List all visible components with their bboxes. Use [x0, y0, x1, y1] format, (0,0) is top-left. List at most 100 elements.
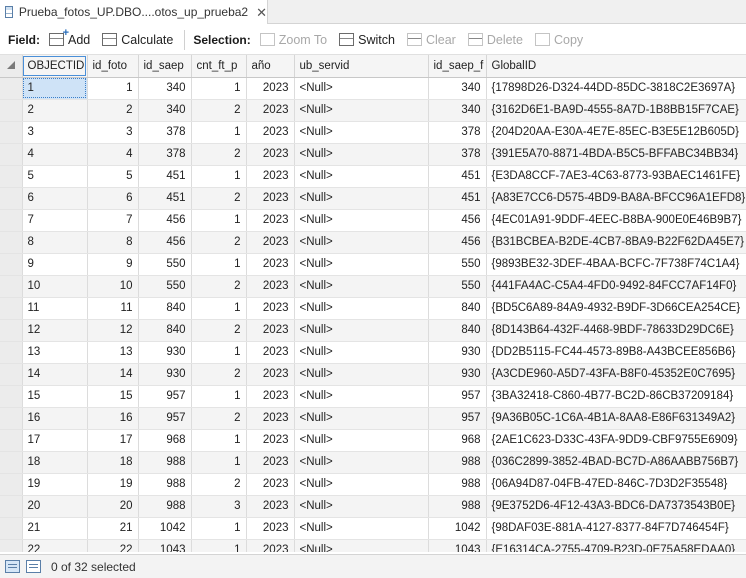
table-cell-ub-servid[interactable]: <Null>: [294, 253, 429, 276]
table-cell-id-foto[interactable]: 7: [87, 209, 139, 232]
row-selector[interactable]: [0, 187, 23, 210]
table-cell-id-foto[interactable]: 21: [87, 517, 139, 540]
table-cell-ub-servid[interactable]: <Null>: [294, 341, 429, 364]
table-cell-id-saep-f[interactable]: 988: [428, 451, 487, 474]
table-cell-cnt-ft-p[interactable]: 2: [191, 99, 247, 122]
table-cell-globalid[interactable]: {204D20AA-E30A-4E7E-85EC-B3E5E12B605D}: [486, 121, 746, 144]
table-cell-ub-servid[interactable]: <Null>: [294, 473, 429, 496]
table-cell-id-foto[interactable]: 13: [87, 341, 139, 364]
table-cell-id-foto[interactable]: 22: [87, 539, 139, 552]
table-cell-a-o[interactable]: 2023: [246, 143, 295, 166]
table-cell-id-saep[interactable]: 451: [138, 187, 192, 210]
table-cell-id-foto[interactable]: 15: [87, 385, 139, 408]
table-cell-globalid[interactable]: {E3DA8CCF-7AE3-4C63-8773-93BAEC1461FE}: [486, 165, 746, 188]
table-cell-cnt-ft-p[interactable]: 3: [191, 495, 247, 518]
close-icon[interactable]: ✕: [256, 6, 267, 19]
row-selector[interactable]: [0, 495, 23, 518]
table-cell-ub-servid[interactable]: <Null>: [294, 495, 429, 518]
table-cell-a-o[interactable]: 2023: [246, 165, 295, 188]
table-cell-globalid[interactable]: {3162D6E1-BA9D-4555-8A7D-1B8BB15F7CAE}: [486, 99, 746, 122]
row-selector[interactable]: [0, 209, 23, 232]
table-cell-id-saep[interactable]: 340: [138, 77, 192, 100]
table-cell-cnt-ft-p[interactable]: 1: [191, 517, 247, 540]
table-cell-globalid[interactable]: {E16314CA-2755-4709-B23D-0E75A58EDAA0}: [486, 539, 746, 552]
table-cell-cnt-ft-p[interactable]: 2: [191, 275, 247, 298]
add-field-button[interactable]: Add: [46, 27, 93, 51]
table-cell-id-saep-f[interactable]: 1043: [428, 539, 487, 552]
table-cell-cnt-ft-p[interactable]: 1: [191, 341, 247, 364]
table-cell-a-o[interactable]: 2023: [246, 363, 295, 386]
table-cell-globalid[interactable]: {036C2899-3852-4BAD-BC7D-A86AABB756B7}: [486, 451, 746, 474]
table-cell-a-o[interactable]: 2023: [246, 407, 295, 430]
row-selector[interactable]: [0, 121, 23, 144]
table-cell-a-o[interactable]: 2023: [246, 209, 295, 232]
table-cell-id-saep[interactable]: 930: [138, 341, 192, 364]
table-cell-objectid[interactable]: 22: [22, 539, 88, 552]
select-all-corner[interactable]: [0, 55, 23, 78]
table-cell-globalid[interactable]: {4EC01A91-9DDF-4EEC-B8BA-900E0E46B9B7}: [486, 209, 746, 232]
table-cell-cnt-ft-p[interactable]: 1: [191, 539, 247, 552]
table-cell-a-o[interactable]: 2023: [246, 77, 295, 100]
table-cell-ub-servid[interactable]: <Null>: [294, 77, 429, 100]
delete-button[interactable]: Delete: [465, 29, 526, 51]
table-cell-globalid[interactable]: {BD5C6A89-84A9-4932-B9DF-3D66CEA254CE}: [486, 297, 746, 320]
table-cell-id-saep-f[interactable]: 930: [428, 363, 487, 386]
table-cell-objectid[interactable]: 14: [22, 363, 88, 386]
table-cell-objectid[interactable]: 5: [22, 165, 88, 188]
table-cell-globalid[interactable]: {98DAF03E-881A-4127-8377-84F7D746454F}: [486, 517, 746, 540]
table-cell-globalid[interactable]: {391E5A70-8871-4BDA-B5C5-BFFABC34BB34}: [486, 143, 746, 166]
table-cell-id-saep-f[interactable]: 340: [428, 77, 487, 100]
table-cell-id-saep-f[interactable]: 451: [428, 165, 487, 188]
table-cell-ub-servid[interactable]: <Null>: [294, 187, 429, 210]
table-cell-a-o[interactable]: 2023: [246, 231, 295, 254]
table-cell-id-saep[interactable]: 1043: [138, 539, 192, 552]
row-selector[interactable]: [0, 143, 23, 166]
row-selector[interactable]: [0, 385, 23, 408]
table-cell-id-saep-f[interactable]: 550: [428, 253, 487, 276]
column-header-objectid[interactable]: OBJECTID: [22, 55, 88, 78]
table-cell-id-saep-f[interactable]: 968: [428, 429, 487, 452]
table-cell-id-saep-f[interactable]: 378: [428, 121, 487, 144]
table-cell-ub-servid[interactable]: <Null>: [294, 99, 429, 122]
table-cell-a-o[interactable]: 2023: [246, 429, 295, 452]
row-selector[interactable]: [0, 429, 23, 452]
table-cell-id-saep-f[interactable]: 988: [428, 473, 487, 496]
table-cell-ub-servid[interactable]: <Null>: [294, 165, 429, 188]
table-cell-id-saep[interactable]: 451: [138, 165, 192, 188]
table-cell-globalid[interactable]: {17898D26-D324-44DD-85DC-3818C2E3697A}: [486, 77, 746, 100]
table-cell-id-saep[interactable]: 840: [138, 319, 192, 342]
row-selector[interactable]: [0, 363, 23, 386]
table-cell-id-saep-f[interactable]: 1042: [428, 517, 487, 540]
table-cell-ub-servid[interactable]: <Null>: [294, 407, 429, 430]
table-row[interactable]: 15 15 957 1 2023 <Null> 957 {3BA32418-C860-4B77…: [0, 385, 746, 408]
table-row[interactable]: 13 13 930 1 2023 <Null> 930 {DD2B5115-FC44-4573…: [0, 341, 746, 364]
table-cell-id-saep[interactable]: 1042: [138, 517, 192, 540]
table-cell-id-saep[interactable]: 340: [138, 99, 192, 122]
table-row[interactable]: 16 16 957 2 2023 <Null> 957 {9A36B05C-1C6A-4B1A…: [0, 407, 746, 430]
table-row[interactable]: 3 3 378 1 2023 <Null> 378 {204D20AA-E30A-4E7E-8…: [0, 121, 746, 144]
table-cell-objectid[interactable]: 3: [22, 121, 88, 144]
table-cell-id-foto[interactable]: 6: [87, 187, 139, 210]
table-cell-a-o[interactable]: 2023: [246, 99, 295, 122]
table-row[interactable]: 18 18 988 1 2023 <Null> 988 {036C2899-3852-4BAD…: [0, 451, 746, 474]
table-cell-id-saep[interactable]: 456: [138, 209, 192, 232]
table-cell-globalid[interactable]: {3BA32418-C860-4B77-BC2D-86CB37209184}: [486, 385, 746, 408]
table-row[interactable]: 6 6 451 2 2023 <Null> 451 {A83E7CC6-D575-4BD9-B…: [0, 187, 746, 210]
copy-button[interactable]: Copy: [532, 29, 586, 51]
table-cell-cnt-ft-p[interactable]: 2: [191, 363, 247, 386]
table-cell-objectid[interactable]: 6: [22, 187, 88, 210]
table-row[interactable]: 22 22 1043 1 2023 <Null> 1043 {E16314CA-2755-47…: [0, 539, 746, 552]
show-selected-records-icon[interactable]: [26, 560, 41, 573]
table-cell-objectid[interactable]: 18: [22, 451, 88, 474]
table-row[interactable]: 9 9 550 1 2023 <Null> 550 {9893BE32-3DEF-4BAA-B…: [0, 253, 746, 276]
column-header-id-saep[interactable]: id_saep: [138, 55, 192, 78]
table-row[interactable]: 21 21 1042 1 2023 <Null> 1042 {98DAF03E-881A-41…: [0, 517, 746, 540]
table-cell-id-saep[interactable]: 988: [138, 495, 192, 518]
table-cell-ub-servid[interactable]: <Null>: [294, 539, 429, 552]
table-cell-objectid[interactable]: 8: [22, 231, 88, 254]
attribute-table-tab[interactable]: Prueba_fotos_UP.DBO....otos_up_prueba2 ✕: [0, 0, 268, 24]
table-row[interactable]: 20 20 988 3 2023 <Null> 988 {9E3752D6-4F12-43A3…: [0, 495, 746, 518]
row-selector[interactable]: [0, 165, 23, 188]
table-cell-id-foto[interactable]: 10: [87, 275, 139, 298]
table-cell-a-o[interactable]: 2023: [246, 495, 295, 518]
